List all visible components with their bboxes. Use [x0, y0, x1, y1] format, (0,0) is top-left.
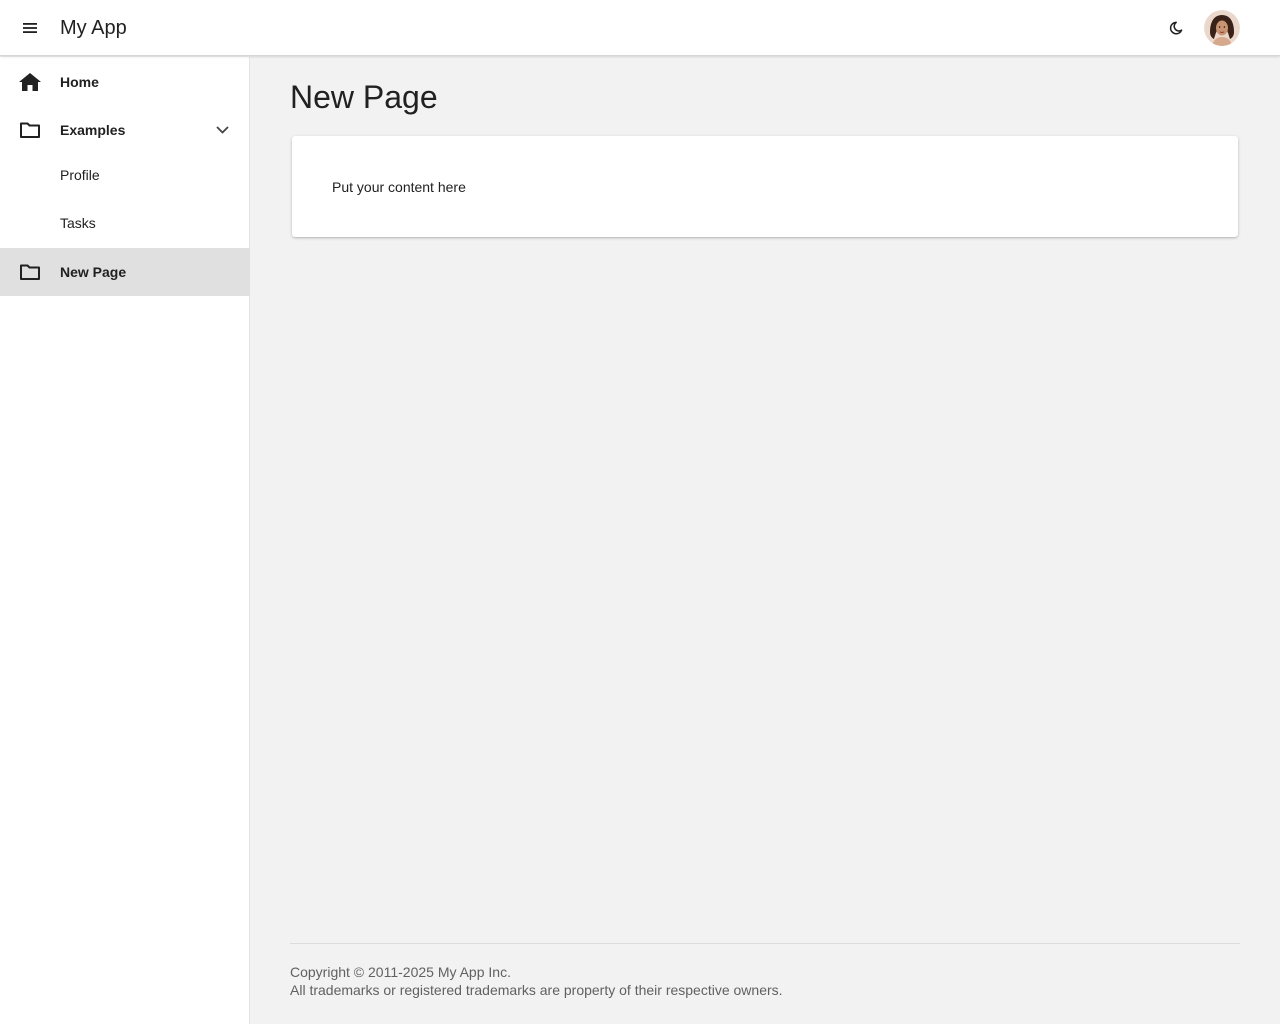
- sidebar-item-new-page[interactable]: New Page: [0, 248, 250, 296]
- footer-trademarks: All trademarks or registered trademarks …: [290, 982, 783, 998]
- folder-icon: [18, 118, 42, 142]
- hamburger-menu-icon: [23, 23, 37, 33]
- card-content-text: Put your content here: [332, 179, 466, 195]
- sidebar-item-home[interactable]: Home: [0, 58, 250, 106]
- sidebar-item-label: New Page: [60, 264, 127, 280]
- sidebar: Home Examples Profile Tasks New Page: [0, 57, 250, 1024]
- chevron-down-icon[interactable]: [210, 118, 234, 142]
- footer-divider: [290, 943, 1240, 944]
- menu-button[interactable]: [10, 8, 50, 48]
- user-avatar[interactable]: [1204, 10, 1240, 46]
- sidebar-subitem-label: Profile: [60, 167, 100, 183]
- avatar-image: [1204, 10, 1240, 46]
- theme-toggle-button[interactable]: [1156, 8, 1196, 48]
- sidebar-item-label: Examples: [60, 122, 126, 138]
- footer-copyright: Copyright © 2011-2025 My App Inc.: [290, 964, 511, 980]
- page-title: New Page: [290, 79, 438, 115]
- sidebar-subitem-label: Tasks: [60, 215, 96, 231]
- sidebar-subitem-profile[interactable]: Profile: [0, 151, 250, 199]
- app-title: My App: [60, 17, 127, 39]
- folder-icon: [18, 260, 42, 284]
- sidebar-item-examples[interactable]: Examples: [0, 106, 250, 154]
- sidebar-item-label: Home: [60, 74, 99, 90]
- home-icon: [18, 70, 42, 94]
- content-card: Put your content here: [292, 136, 1238, 237]
- app-header: My App: [0, 0, 1280, 56]
- moon-icon: [1169, 21, 1183, 35]
- sidebar-subitem-tasks[interactable]: Tasks: [0, 199, 250, 247]
